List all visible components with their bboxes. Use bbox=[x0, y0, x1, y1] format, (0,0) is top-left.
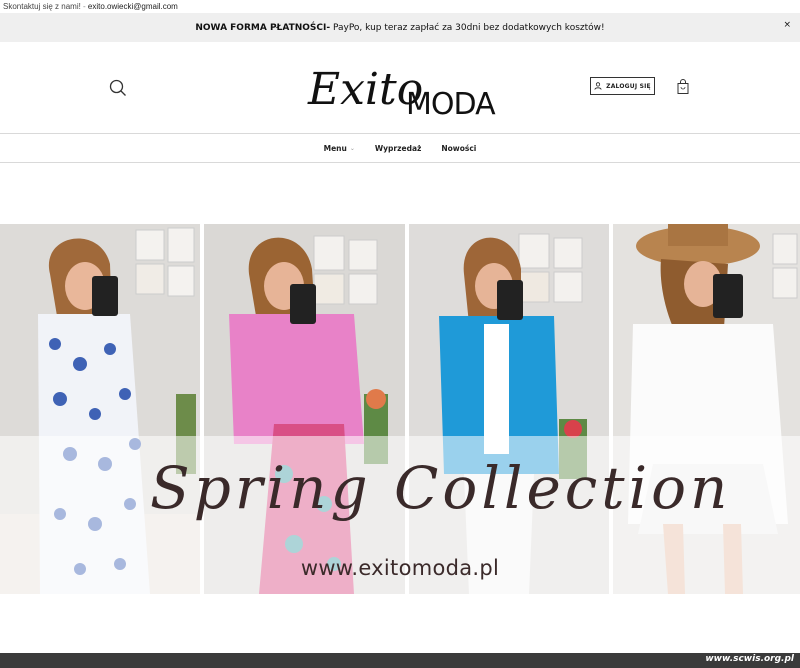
hero-banner[interactable]: Spring Collection www.exitomoda.pl bbox=[0, 224, 800, 594]
nav-item-label: Wyprzedaż bbox=[374, 143, 422, 153]
banner-url: www.exitomoda.pl bbox=[300, 556, 500, 580]
bottom-bar: www.scwis.org.pl bbox=[0, 653, 800, 668]
contact-label: Skontaktuj się z nami! bbox=[3, 2, 81, 11]
contact-email-link[interactable]: exito.owiecki@gmail.com bbox=[88, 2, 178, 11]
promo-close-button[interactable]: × bbox=[783, 20, 791, 30]
promo-banner: NOWA FORMA PŁATNOŚCI- PayPo, kup teraz z… bbox=[0, 13, 800, 42]
shopping-bag-icon bbox=[677, 79, 689, 94]
promo-prefix: NOWA FORMA PŁATNOŚCI- bbox=[195, 22, 331, 33]
watermark-text: www.scwis.org.pl bbox=[705, 654, 794, 664]
nav-item-label: Nowości bbox=[441, 143, 477, 153]
chevron-down-icon: ⌄ bbox=[349, 144, 355, 152]
cart-button[interactable] bbox=[676, 79, 690, 95]
promo-message: PayPo, kup teraz zapłać za 30dni bez dod… bbox=[330, 22, 605, 33]
nav-item-nowosci[interactable]: Nowości bbox=[431, 144, 486, 153]
search-button[interactable] bbox=[108, 78, 128, 98]
contact-separator: - bbox=[80, 2, 88, 11]
search-icon bbox=[109, 79, 126, 96]
logo-word-text: MODA bbox=[406, 87, 496, 120]
nav-item-menu[interactable]: Menu ⌄ bbox=[314, 144, 365, 153]
user-icon bbox=[594, 82, 602, 90]
banner-title: Spring Collection bbox=[150, 454, 732, 522]
site-logo[interactable]: Exito MODA bbox=[306, 54, 506, 122]
nav-item-label: Menu bbox=[323, 143, 347, 153]
nav-item-wyprzedaz[interactable]: Wyprzedaż bbox=[365, 144, 431, 153]
top-contact-bar: Skontaktuj się z nami! - exito.owiecki@g… bbox=[0, 0, 800, 13]
site-header: Exito MODA ZALOGUJ SIĘ bbox=[0, 42, 800, 134]
logo-graphic: Exito MODA bbox=[307, 64, 497, 122]
main-navigation: Menu ⌄ Wyprzedaż Nowości bbox=[0, 133, 800, 163]
login-button[interactable]: ZALOGUJ SIĘ bbox=[590, 77, 655, 95]
promo-text: NOWA FORMA PŁATNOŚCI- PayPo, kup teraz z… bbox=[195, 23, 604, 33]
login-label: ZALOGUJ SIĘ bbox=[606, 82, 651, 90]
